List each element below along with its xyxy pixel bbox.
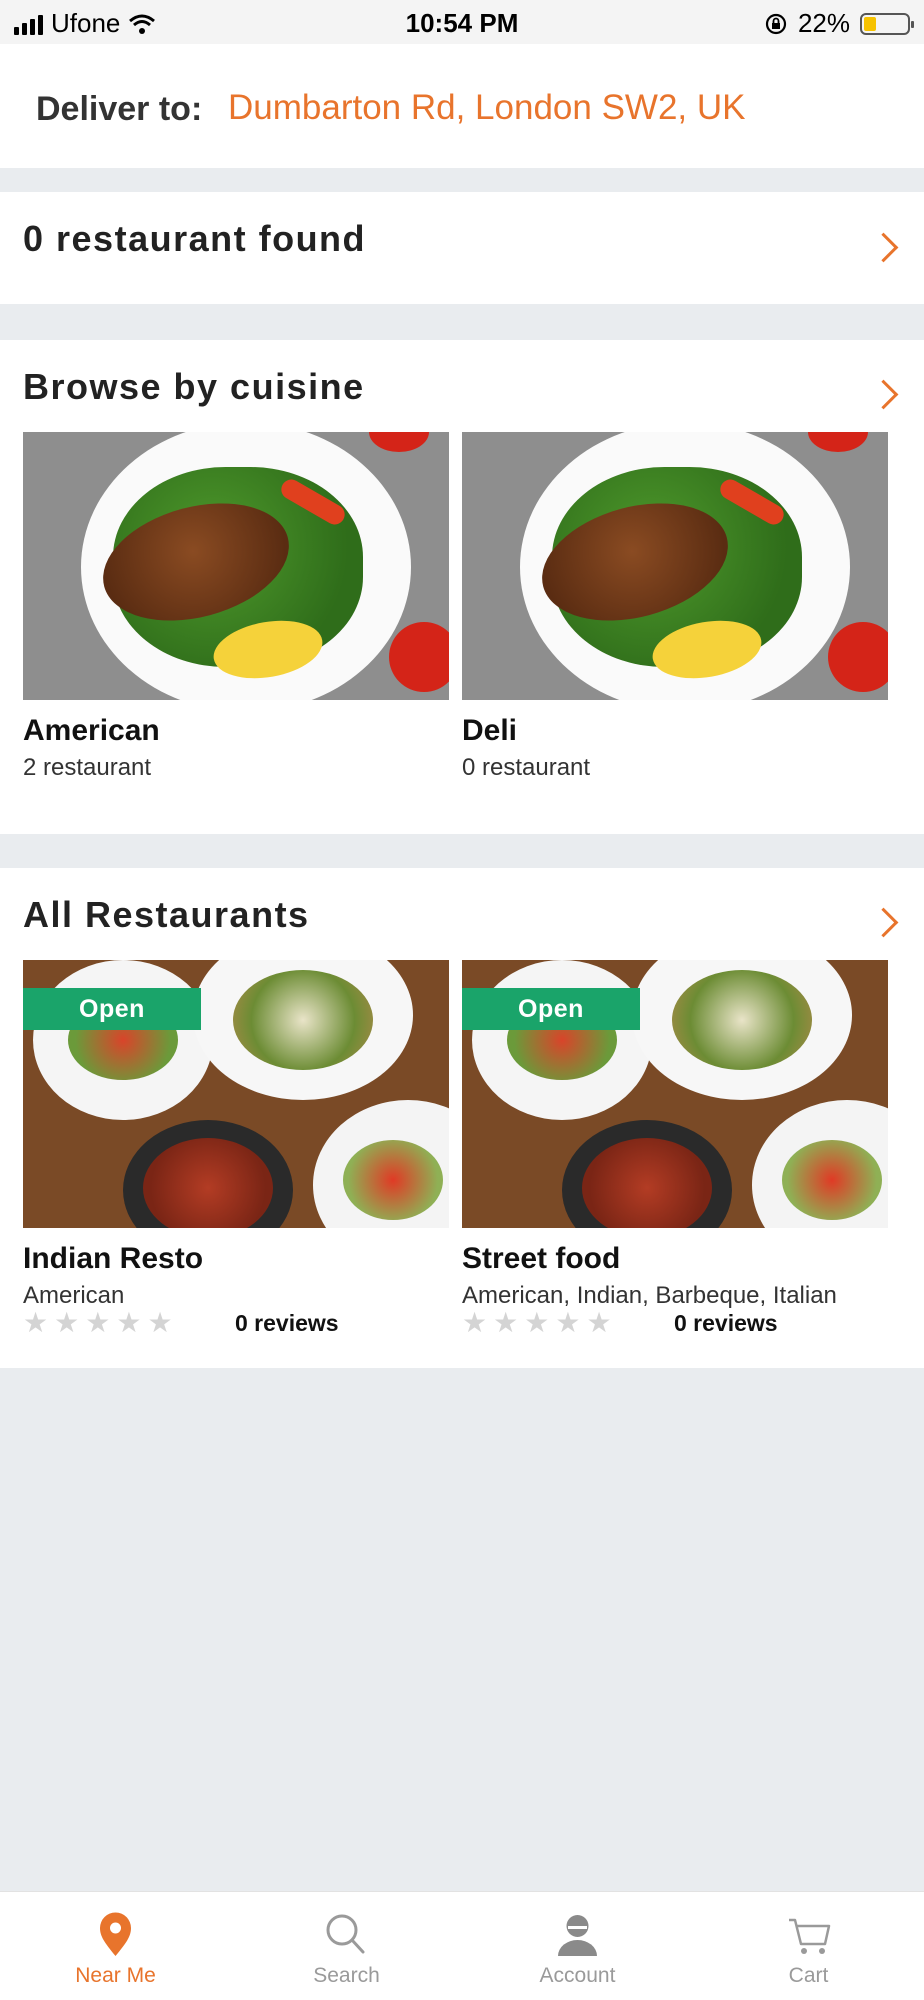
restaurant-cuisines: American, Indian, Barbeque, Italian: [462, 1282, 837, 1309]
star-icon: ★: [147, 1307, 173, 1338]
status-bar: Ufone 10:54 PM 22%: [0, 0, 924, 44]
star-icon: ★: [116, 1307, 142, 1338]
restaurants-found-text: 0 restaurant found: [23, 218, 367, 259]
restaurant-card-indian-resto[interactable]: Open Indian Resto American ★ ★ ★ ★ ★ 0 r…: [23, 960, 449, 1338]
tab-account[interactable]: Account: [462, 1892, 693, 2000]
cuisine-count: 2 restaurant: [23, 754, 152, 781]
restaurant-image: Open: [462, 960, 888, 1228]
open-badge: Open: [462, 988, 640, 1030]
bottom-tab-bar: Near Me Search Account Cart: [0, 1891, 924, 2000]
restaurant-name: Indian Resto: [23, 1242, 204, 1275]
restaurant-image: Open: [23, 960, 449, 1228]
open-badge: Open: [23, 988, 201, 1030]
star-icon: ★: [54, 1307, 80, 1338]
chevron-right-icon[interactable]: [868, 907, 899, 938]
star-icon: ★: [555, 1307, 581, 1338]
star-icon: ★: [23, 1307, 49, 1338]
cuisine-count: 0 restaurant: [462, 754, 591, 781]
restaurant-cuisines: American: [23, 1282, 125, 1309]
star-icon: ★: [586, 1307, 612, 1338]
chevron-right-icon[interactable]: [868, 379, 899, 410]
restaurant-card-street-food[interactable]: Open Street food American, Indian, Barbe…: [462, 960, 888, 1338]
reviews-count: 0 reviews: [674, 1310, 778, 1336]
cuisine-section-title: Browse by cuisine: [23, 366, 365, 407]
star-icon: ★: [462, 1307, 488, 1338]
restaurants-found-row[interactable]: 0 restaurant found: [0, 192, 924, 304]
deliver-to-bar[interactable]: Deliver to: Dumbarton Rd, London SW2, UK: [0, 44, 924, 168]
all-restaurants-title: All Restaurants: [23, 894, 310, 935]
cuisine-image: [462, 432, 888, 700]
star-icon: ★: [493, 1307, 519, 1338]
tab-label: Search: [313, 1964, 380, 1987]
reviews-count: 0 reviews: [235, 1310, 339, 1336]
cuisine-image: [23, 432, 449, 700]
rating-row: ★ ★ ★ ★ ★ 0 reviews: [462, 1308, 888, 1340]
all-restaurants-section: All Restaurants Open Indian Resto Americ…: [0, 868, 924, 1368]
cart-icon: [789, 1918, 831, 1954]
status-right: 22%: [764, 8, 914, 39]
tab-cart[interactable]: Cart: [693, 1892, 924, 2000]
rating-row: ★ ★ ★ ★ ★ 0 reviews: [23, 1308, 449, 1340]
delivery-address[interactable]: Dumbarton Rd, London SW2, UK: [228, 88, 745, 128]
deliver-label: Deliver to:: [36, 90, 203, 128]
cuisine-name: Deli: [462, 714, 518, 747]
star-icon: ★: [524, 1307, 550, 1338]
restaurant-name: Street food: [462, 1242, 621, 1275]
chevron-right-icon[interactable]: [868, 232, 899, 263]
cuisine-section: Browse by cuisine American 2 restaurant …: [0, 340, 924, 834]
location-pin-icon: [99, 1912, 131, 1956]
cuisine-name: American: [23, 714, 160, 747]
tab-search[interactable]: Search: [231, 1892, 462, 2000]
star-rating: ★ ★ ★ ★ ★: [462, 1308, 612, 1338]
tab-label: Account: [539, 1964, 616, 1987]
search-icon: [326, 1914, 365, 1954]
account-icon: [558, 1915, 597, 1956]
rotation-lock-icon: [765, 13, 787, 34]
battery-icon: [860, 12, 914, 35]
cuisine-card-american[interactable]: American 2 restaurant: [23, 432, 449, 781]
tab-label: Near Me: [75, 1964, 156, 1987]
battery-percent: 22%: [797, 8, 850, 38]
tab-near-me[interactable]: Near Me: [0, 1892, 231, 2000]
cuisine-card-deli[interactable]: Deli 0 restaurant: [462, 432, 888, 781]
star-icon: ★: [85, 1307, 111, 1338]
star-rating: ★ ★ ★ ★ ★: [23, 1308, 173, 1338]
tab-label: Cart: [788, 1964, 829, 1987]
